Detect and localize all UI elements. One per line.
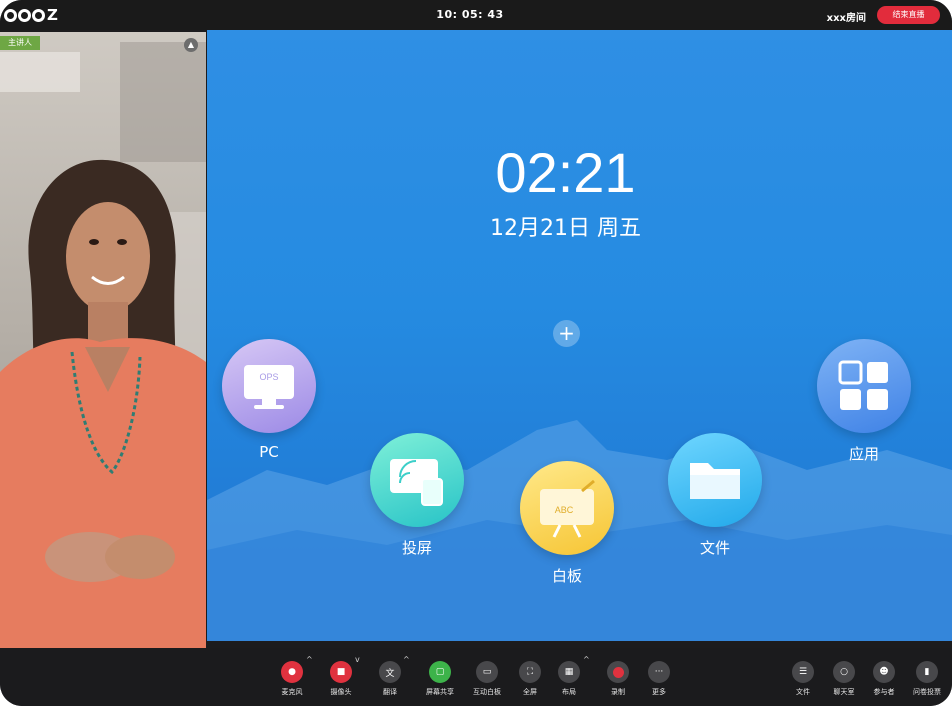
camera-button[interactable]: ■ 摄像头 (321, 661, 361, 697)
translate-options-caret[interactable]: ^ (403, 655, 410, 664)
top-bar: Z 10: 05: 43 xxx房间 结束直播 (0, 0, 952, 30)
translate-icon: 文 (379, 661, 401, 683)
mic-options-caret[interactable]: ^ (306, 655, 313, 664)
app-window: Z 10: 05: 43 xxx房间 结束直播 主讲人 ▲ 02:21 12月2… (0, 0, 952, 706)
desktop-clock: 02:21 (495, 141, 636, 204)
survey-label: 问卷投票 (913, 688, 941, 696)
files-icon: ☰ (792, 661, 814, 683)
screen-cast-icon (370, 433, 464, 527)
pc-icon: OPS (222, 339, 316, 433)
folder-icon (668, 433, 762, 527)
translate-label: 翻译 (383, 688, 397, 696)
app-whiteboard[interactable]: ABC 白板 (517, 461, 617, 586)
camera-off-icon: ■ (330, 661, 352, 683)
participants-icon: ☻ (873, 661, 895, 683)
end-live-button[interactable]: 结束直播 (877, 6, 940, 24)
fullscreen-button[interactable]: ⛶ 全屏 (510, 661, 550, 697)
app-apps-label: 应用 (848, 445, 879, 463)
app-pc[interactable]: OPS PC (219, 339, 319, 461)
interactive-whiteboard-button[interactable]: ▭ 互动白板 (467, 661, 507, 697)
screen-share-button[interactable]: ▢ 屏幕共享 (420, 661, 460, 697)
app-files-label: 文件 (699, 539, 730, 557)
screen-share-icon: ▢ (429, 661, 451, 683)
record-label: 录制 (611, 688, 625, 696)
layout-options-caret[interactable]: ^ (583, 655, 590, 664)
record-button[interactable]: 录制 (598, 661, 638, 697)
mic-muted-icon: ● (281, 661, 303, 683)
desktop-date: 12月21日 周五 (490, 216, 641, 241)
app-files[interactable]: 文件 (665, 433, 765, 558)
layout-icon: ▦ (558, 661, 580, 683)
camera-options-caret[interactable]: v (355, 655, 360, 664)
survey-button[interactable]: ▮ 问卷投票 (907, 661, 947, 697)
layout-button[interactable]: ▦ 布局 (549, 661, 589, 697)
pin-icon[interactable]: ▲ (184, 38, 198, 52)
record-icon (607, 661, 629, 683)
more-icon: ··· (648, 661, 670, 683)
bottom-toolbar: ● 麦克风 ^ ■ 摄像头 v 文 翻译 ^ ▢ 屏幕共享 ▭ 互动白板 ⛶ 全… (0, 648, 952, 706)
fullscreen-label: 全屏 (523, 688, 537, 696)
chat-icon: ○ (833, 661, 855, 683)
layout-label: 布局 (562, 688, 576, 696)
files-button[interactable]: ☰ 文件 (783, 661, 823, 697)
fullscreen-icon: ⛶ (519, 661, 541, 683)
meeting-clock: 10: 05: 43 (436, 8, 504, 21)
participants-label: 参与者 (873, 688, 895, 696)
room-name: xxx房间 (826, 13, 866, 24)
presenter-video-image (0, 32, 206, 648)
screen-share-label: 屏幕共享 (426, 688, 454, 696)
whiteboard-icon: ABC (520, 461, 614, 555)
whiteboard-tool-icon: ▭ (476, 661, 498, 683)
chat-label: 聊天室 (833, 688, 855, 696)
presenter-tag: 主讲人 (0, 36, 40, 50)
app-cast-label: 投屏 (401, 539, 432, 557)
pc-badge: OPS (259, 372, 278, 382)
desktop-area: 02:21 12月21日 周五 + OPS PC 投屏 ABC 白板 文件 应用 (207, 30, 952, 641)
camera-label: 摄像头 (330, 688, 352, 696)
add-app-button[interactable]: + (553, 320, 580, 347)
app-apps[interactable]: 应用 (814, 339, 914, 464)
interactive-whiteboard-label: 互动白板 (473, 688, 501, 696)
apps-grid-icon (817, 339, 911, 433)
app-whiteboard-label: 白板 (551, 567, 582, 585)
presenter-video: 主讲人 ▲ (0, 32, 206, 648)
participants-button[interactable]: ☻ 参与者 (864, 661, 904, 697)
more-label: 更多 (652, 688, 666, 696)
app-cast[interactable]: 投屏 (367, 433, 467, 558)
more-button[interactable]: ··· 更多 (639, 661, 679, 697)
survey-chart-icon: ▮ (916, 661, 938, 683)
app-pc-label: PC (259, 443, 279, 461)
files-label: 文件 (796, 688, 810, 696)
mic-button[interactable]: ● 麦克风 (272, 661, 312, 697)
chat-button[interactable]: ○ 聊天室 (824, 661, 864, 697)
whiteboard-badge: ABC (555, 505, 574, 515)
mic-label: 麦克风 (281, 688, 303, 696)
translate-button[interactable]: 文 翻译 (370, 661, 410, 697)
